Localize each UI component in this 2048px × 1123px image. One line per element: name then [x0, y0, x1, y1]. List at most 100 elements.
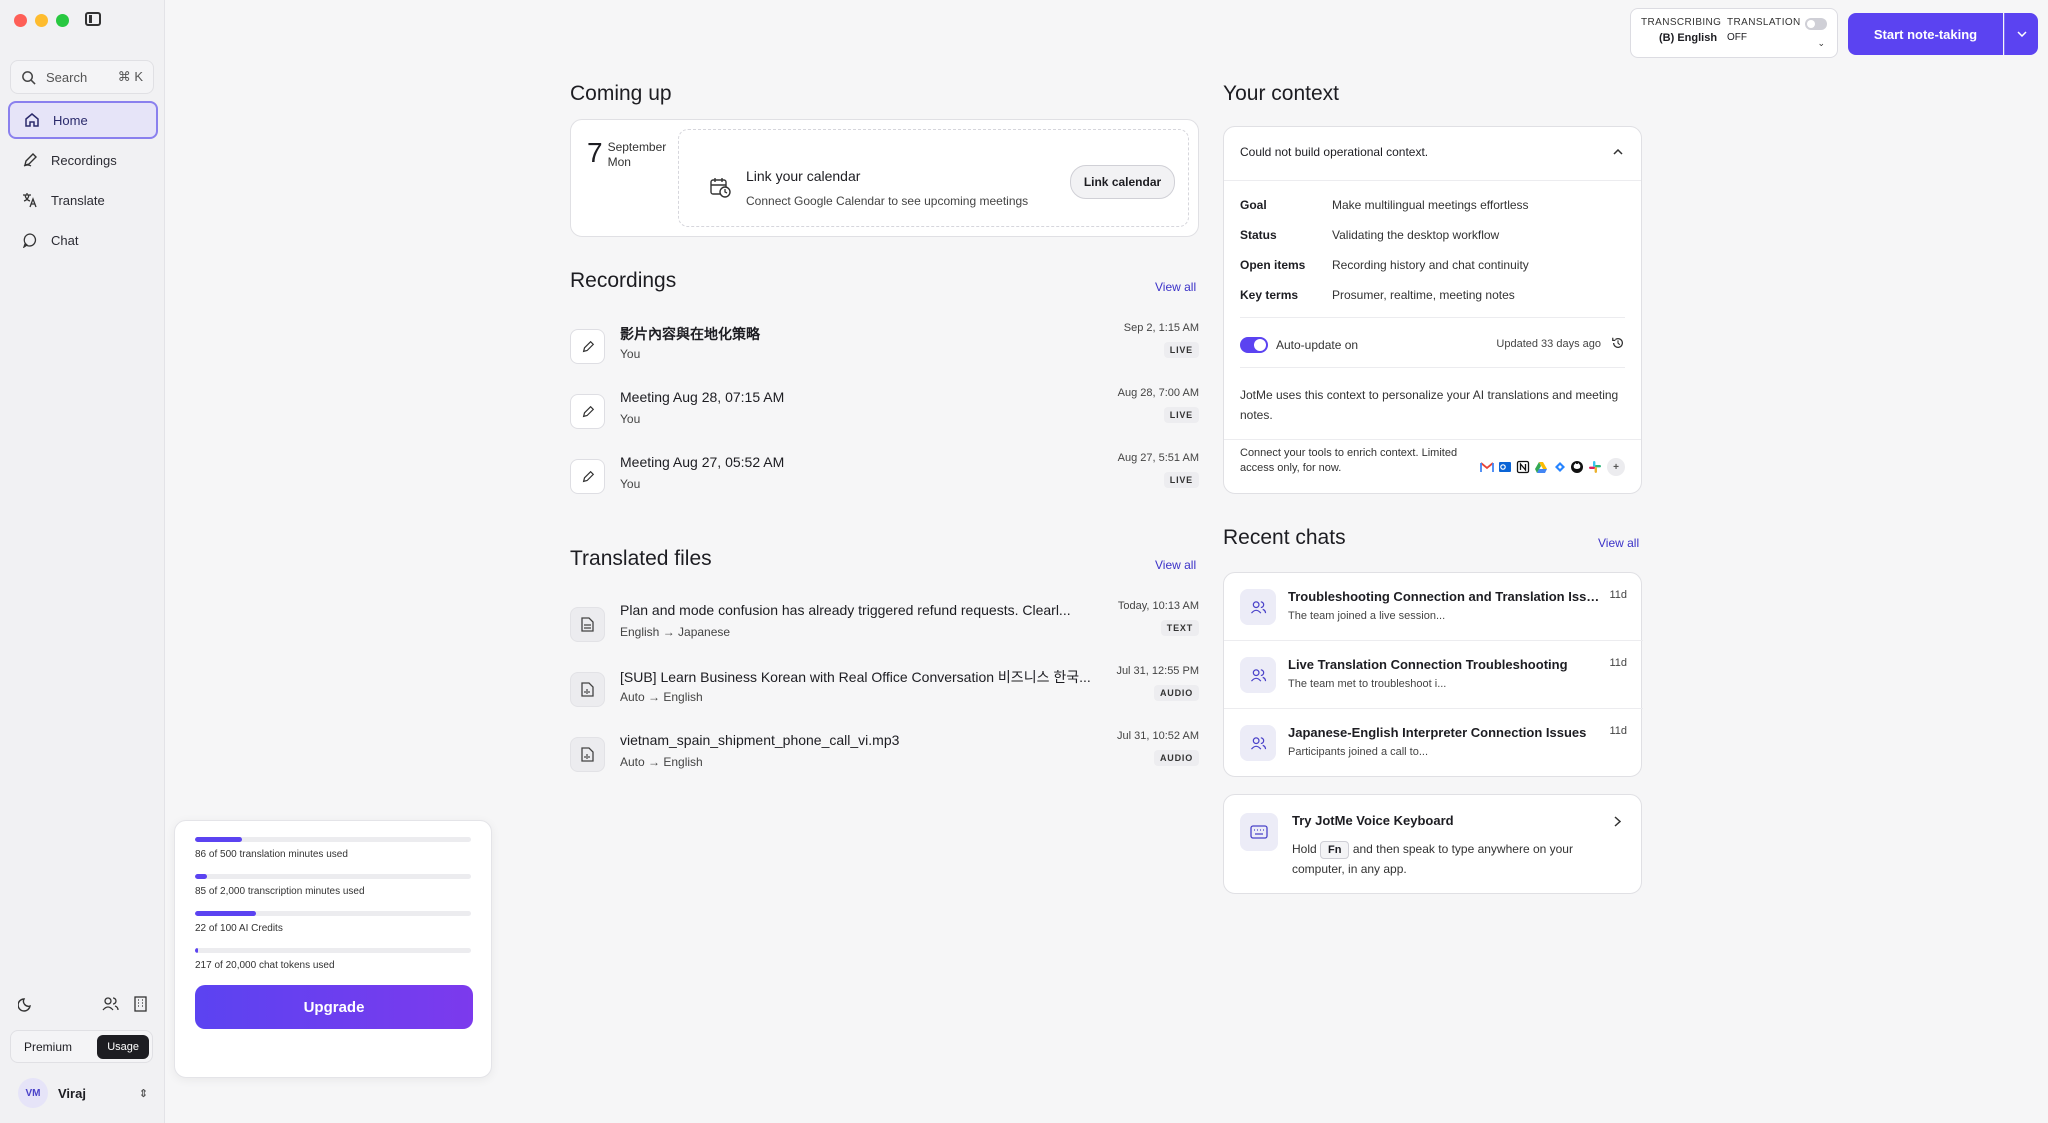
search-shortcut: ⌘ K — [117, 69, 143, 84]
history-icon[interactable] — [1611, 336, 1625, 355]
translation-value: OFF — [1727, 32, 1747, 43]
usage-label: 85 of 2,000 transcription minutes used — [195, 886, 365, 897]
your-context-title: Your context — [1223, 82, 1339, 105]
usage-bar — [195, 911, 471, 916]
context-header[interactable]: Could not build operational context. — [1224, 127, 1641, 181]
building-icon[interactable] — [133, 996, 148, 1017]
sidebar-item-translate[interactable]: Translate — [8, 181, 158, 219]
context-header-text: Could not build operational context. — [1240, 145, 1429, 159]
usage-bar — [195, 874, 471, 879]
team-icon[interactable] — [102, 996, 119, 1017]
translated-file-row[interactable]: [SUB] Learn Business Korean with Real Of… — [570, 665, 1199, 715]
coming-up-title: Coming up — [570, 82, 672, 105]
sidebar-item-chat[interactable]: Chat — [8, 221, 158, 259]
chat-age: 11d — [1609, 589, 1627, 601]
recordings-title: Recordings — [570, 269, 677, 292]
premium-tab[interactable]: Premium — [14, 1034, 82, 1060]
pen-icon — [570, 394, 605, 429]
chevron-right-icon[interactable] — [1614, 815, 1622, 830]
chat-title: Troubleshooting Connection and Translati… — [1288, 589, 1600, 604]
recordings-view-all-link[interactable]: View all — [1155, 280, 1196, 294]
usage-tab[interactable]: Usage — [97, 1034, 149, 1059]
recording-owner: You — [620, 347, 641, 361]
chat-row[interactable]: Japanese-English Interpreter Connection … — [1224, 709, 1643, 777]
slack-icon[interactable] — [1587, 459, 1603, 475]
github-icon[interactable] — [1569, 459, 1585, 475]
date-block: 7 September Mon — [587, 138, 666, 170]
chat-title: Japanese-English Interpreter Connection … — [1288, 725, 1587, 740]
context-value: Recording history and chat continuity — [1332, 258, 1529, 272]
voice-keyboard-description: Hold Fn and then speak to type anywhere … — [1292, 839, 1612, 879]
translated-files-view-all-link[interactable]: View all — [1155, 558, 1196, 572]
transcribing-value: (B) English — [1659, 32, 1718, 44]
translation-toggle[interactable] — [1805, 18, 1827, 30]
audio-file-icon — [570, 672, 605, 707]
start-options-button[interactable] — [2004, 13, 2038, 55]
recent-chats-view-all-link[interactable]: View all — [1598, 536, 1639, 550]
sidebar: Search ⌘ K Home Recordings Translate Cha… — [0, 0, 165, 1123]
voice-keyboard-card[interactable]: Try JotMe Voice Keyboard Hold Fn and the… — [1223, 794, 1642, 894]
recording-time: Aug 28, 7:00 AM — [1117, 387, 1199, 399]
minimize-window-button[interactable] — [35, 14, 48, 27]
auto-update-toggle[interactable] — [1240, 337, 1268, 353]
auto-update-label: Auto-update on — [1276, 338, 1359, 352]
sidebar-item-home[interactable]: Home — [8, 101, 158, 139]
recording-row[interactable]: Meeting Aug 27, 05:52 AM You Aug 27, 5:5… — [570, 452, 1199, 502]
recording-title: 影片內容與在地化策略 — [620, 326, 760, 342]
sidebar-item-label: Chat — [51, 232, 79, 248]
translated-file-langs: English → Japanese — [620, 625, 731, 639]
window-controls — [14, 14, 69, 27]
upgrade-button[interactable]: Upgrade — [195, 985, 473, 1029]
usage-bar-fill — [195, 911, 256, 916]
context-value: Validating the desktop workflow — [1332, 228, 1500, 242]
home-icon — [23, 111, 41, 129]
translated-file-time: Jul 31, 12:55 PM — [1116, 665, 1199, 677]
transcribing-label: TRANSCRIBING — [1641, 17, 1722, 28]
google-drive-icon[interactable] — [1533, 459, 1549, 475]
audio-file-icon — [570, 737, 605, 772]
zoom-window-button[interactable] — [56, 14, 69, 27]
sidebar-toggle-icon[interactable] — [85, 12, 101, 26]
usage-label: 86 of 500 translation minutes used — [195, 849, 348, 860]
translated-file-row[interactable]: vietnam_spain_shipment_phone_call_vi.mp3… — [570, 730, 1199, 780]
notion-icon[interactable] — [1515, 459, 1531, 475]
file-type-badge: AUDIO — [1154, 685, 1199, 701]
search-button[interactable]: Search ⌘ K — [10, 60, 154, 94]
date-weekday: Mon — [607, 155, 631, 169]
date-month: September — [607, 140, 667, 154]
outlook-icon[interactable] — [1497, 459, 1513, 475]
chevron-up-icon[interactable] — [1613, 144, 1623, 158]
keyboard-icon — [1240, 813, 1278, 851]
user-menu[interactable]: VM Viraj ⇕ — [18, 1078, 148, 1108]
translated-file-row[interactable]: Plan and mode confusion has already trig… — [570, 600, 1199, 650]
chat-preview: The team met to troubleshoot i... — [1288, 678, 1447, 690]
chat-preview: Participants joined a call to... — [1288, 746, 1429, 758]
recording-row[interactable]: 影片內容與在地化策略 You Sep 2, 1:15 AM LIVE — [570, 322, 1199, 372]
start-note-taking-button[interactable]: Start note-taking — [1848, 13, 2003, 55]
fn-key: Fn — [1320, 841, 1350, 859]
chat-row[interactable]: Live Translation Connection Troubleshoot… — [1224, 641, 1643, 709]
context-key: Status — [1240, 228, 1277, 242]
recent-chats-title: Recent chats — [1223, 526, 1346, 549]
link-calendar-subtitle: Connect Google Calendar to see upcoming … — [746, 194, 1029, 208]
usage-popover: 86 of 500 translation minutes used 85 of… — [174, 820, 492, 1078]
language-panel[interactable]: TRANSCRIBING (B) English TRANSLATION OFF… — [1630, 8, 1838, 58]
chat-row[interactable]: Troubleshooting Connection and Translati… — [1224, 573, 1643, 641]
usage-translation-row: 86 of 500 translation minutes used — [195, 837, 471, 860]
dark-mode-icon[interactable] — [17, 996, 34, 1017]
coming-up-card: 7 September Mon Link your calendar Conne… — [570, 119, 1199, 237]
usage-bar — [195, 837, 471, 842]
chat-age: 11d — [1609, 657, 1627, 669]
recording-time: Sep 2, 1:15 AM — [1123, 322, 1199, 334]
sidebar-item-recordings[interactable]: Recordings — [8, 141, 158, 179]
recording-row[interactable]: Meeting Aug 28, 07:15 AM You Aug 28, 7:0… — [570, 387, 1199, 437]
jira-icon[interactable] — [1551, 459, 1567, 475]
gmail-icon[interactable] — [1479, 459, 1495, 475]
translated-file-title: Plan and mode confusion has already trig… — [620, 602, 1071, 618]
close-window-button[interactable] — [14, 14, 27, 27]
chevron-down-icon[interactable]: ⌄ — [1817, 38, 1825, 49]
context-key: Open items — [1240, 258, 1306, 272]
link-calendar-button[interactable]: Link calendar — [1070, 165, 1175, 199]
link-calendar-title: Link your calendar — [746, 168, 861, 184]
add-integration-button[interactable]: + — [1607, 458, 1625, 476]
